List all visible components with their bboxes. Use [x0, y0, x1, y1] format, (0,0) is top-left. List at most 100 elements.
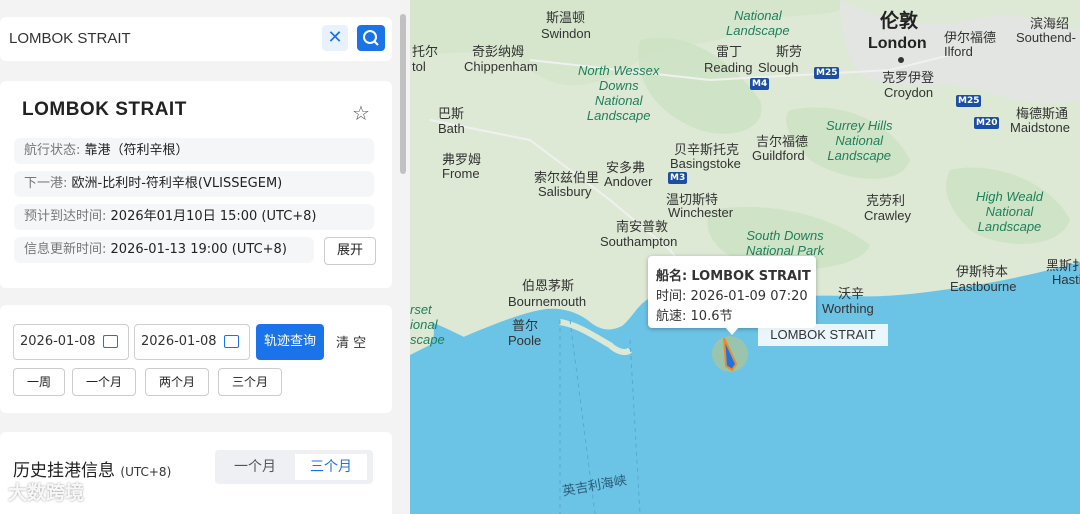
map-label-rset: rset ional scape	[410, 302, 445, 347]
map-label-reading: Reading	[704, 60, 753, 75]
map-label-high-weald: High Weald National Landscape	[976, 189, 1043, 234]
favorite-star-icon[interactable]: ☆	[352, 101, 370, 125]
map-view[interactable]: 斯温顿 Swindon 奇彭纳姆 Chippenham 托尔 tol 巴斯 Ba…	[410, 0, 1080, 514]
map-label-andover-cn: 安多弗	[606, 160, 646, 175]
expand-button[interactable]: 展开	[324, 237, 376, 265]
map-label-southend-cn: 滨海绍	[1030, 16, 1070, 31]
map-label-croydon-cn: 克罗伊登	[882, 70, 935, 85]
eta-label: 预计到达时间:	[24, 209, 107, 224]
map-label-tol: tol	[412, 59, 426, 74]
map-label-worthing: Worthing	[822, 301, 874, 316]
map-label-london-cn: 伦敦	[880, 11, 919, 32]
map-label-tuoer-cn: 托尔	[412, 44, 439, 59]
tooltip-speed-label: 航速:	[656, 309, 687, 324]
motorway-m3: M3	[668, 172, 688, 184]
search-input[interactable]: LOMBOK STRAIT	[9, 30, 131, 47]
map-label-chippenham: Chippenham	[464, 59, 538, 74]
map-label-ilford: Ilford	[944, 44, 973, 59]
motorway-m20: M20	[974, 117, 1000, 129]
map-label-chilterns: National Landscape	[726, 8, 790, 38]
eta-row: 预计到达时间: 2026年01月10日 15:00 (UTC+8)	[14, 204, 374, 230]
map-label-frome-cn: 弗罗姆	[442, 152, 482, 167]
next-port-value: 欧洲-比利时-符利辛根(VLISSEGEM)	[71, 176, 283, 191]
map-label-bournemouth: Bournemouth	[508, 294, 587, 309]
map-label-basingstoke-cn: 贝辛斯托克	[674, 142, 740, 157]
status-label: 航行状态:	[24, 143, 81, 158]
tab-three-months[interactable]: 三个月	[295, 454, 367, 480]
end-date-input[interactable]: 2026-01-08	[134, 324, 250, 360]
search-icon	[363, 30, 379, 46]
start-date-input[interactable]: 2026-01-08	[13, 324, 129, 360]
tooltip-time-label: 时间:	[656, 289, 687, 304]
map-label-slough-cn: 斯劳	[776, 44, 803, 59]
quick-range-1month[interactable]: 一个月	[72, 368, 136, 396]
calendar-icon	[103, 335, 118, 348]
map-label-swindon-cn: 斯温顿	[546, 10, 586, 25]
quick-range-2months[interactable]: 两个月	[145, 368, 209, 396]
map-label-hastings-cn: 黑斯扌	[1046, 258, 1080, 273]
map-label-poole-cn: 普尔	[512, 318, 539, 333]
left-panel: LOMBOK STRAIT ✕ LOMBOK STRAIT ☆ 航行状态: 靠港…	[0, 0, 408, 514]
close-icon: ✕	[327, 27, 343, 48]
map-label-salisbury: Salisbury	[538, 184, 592, 199]
map-label-surrey-hills: Surrey Hills National Landscape	[826, 118, 893, 163]
search-button[interactable]	[357, 25, 385, 51]
map-label-guildford: Guildford	[752, 148, 805, 163]
map-label-reading-cn: 雷丁	[716, 44, 743, 59]
tab-one-month[interactable]: 一个月	[219, 454, 291, 480]
end-date-value: 2026-01-08	[141, 334, 217, 349]
map-label-bath: Bath	[438, 121, 465, 136]
ship-map-label: LOMBOK STRAIT	[758, 324, 888, 346]
map-label-ilford-cn: 伊尔福德	[944, 30, 997, 45]
clear-range-button[interactable]: 清 空	[336, 332, 366, 351]
motorway-m25-east: M25	[956, 95, 982, 107]
quick-range-3months[interactable]: 三个月	[218, 368, 282, 396]
tooltip-name-value: LOMBOK STRAIT	[691, 269, 811, 284]
tooltip-name-row: 船名: LOMBOK STRAIT	[656, 265, 811, 284]
map-label-winchester: Winchester	[668, 205, 734, 220]
tooltip-speed-row: 航速: 10.6节	[656, 305, 732, 324]
map-label-bath-cn: 巴斯	[438, 106, 465, 121]
clear-search-button[interactable]: ✕	[322, 25, 348, 51]
track-query-button[interactable]: 轨迹查询	[256, 324, 324, 360]
status-value: 靠港（符利辛根）	[84, 143, 189, 158]
map-label-eastbourne: Eastbourne	[950, 279, 1017, 294]
updated-row: 信息更新时间: 2026-01-13 19:00 (UTC+8)	[14, 237, 314, 263]
next-port-row: 下一港: 欧洲-比利时-符利辛根(VLISSEGEM)	[14, 171, 374, 197]
map-label-southampton-cn: 南安普敦	[616, 219, 669, 234]
map-label-north-wessex: North Wessex Downs National Landscape	[578, 63, 660, 123]
map-label-chippenham-cn: 奇彭纳姆	[472, 44, 525, 59]
quick-range-week[interactable]: 一周	[13, 368, 65, 396]
updated-label: 信息更新时间:	[24, 242, 107, 257]
map-label-maidstone: Maidstone	[1010, 120, 1070, 135]
history-range-tabs: 一个月 三个月	[215, 450, 373, 484]
map-label-croydon: Croydon	[884, 85, 934, 100]
tooltip-speed-value: 10.6节	[690, 309, 733, 324]
tooltip-name-label: 船名:	[656, 269, 688, 284]
map-label-hastings: Hasti	[1052, 272, 1080, 287]
map-label-south-downs: South Downs National Park	[746, 228, 825, 258]
start-date-value: 2026-01-08	[20, 334, 96, 349]
map-label-london: London	[868, 35, 927, 52]
map-label-southend: Southend-	[1016, 30, 1076, 45]
ship-marker-icon[interactable]	[710, 330, 750, 376]
calendar-icon	[224, 335, 239, 348]
map-label-crawley: Crawley	[864, 208, 911, 223]
watermark-logo: 大数跨境	[8, 482, 85, 504]
history-tz: (UTC+8)	[120, 465, 172, 479]
panel-scrollbar[interactable]	[400, 14, 406, 174]
motorway-m4: M4	[750, 78, 770, 90]
map-label-salisbury-cn: 索尔兹伯里	[534, 170, 600, 185]
ship-info-card: LOMBOK STRAIT ☆ 航行状态: 靠港（符利辛根） 下一港: 欧洲-比…	[0, 81, 392, 288]
map-label-swindon: Swindon	[541, 26, 591, 41]
tooltip-time-row: 时间: 2026-01-09 07:20	[656, 285, 808, 304]
map-label-crawley-cn: 克劳利	[866, 193, 906, 208]
tooltip-time-value: 2026-01-09 07:20	[690, 289, 808, 304]
motorway-m25-west: M25	[814, 67, 840, 79]
map-label-maidstone-cn: 梅德斯通	[1016, 106, 1069, 121]
map-label-basingstoke: Basingstoke	[670, 156, 741, 171]
map-label-frome: Frome	[442, 166, 480, 181]
map-label-eastbourne-cn: 伊斯特本	[956, 264, 1009, 279]
map-label-guildford-cn: 吉尔福德	[756, 134, 809, 149]
map-label-slough: Slough	[758, 60, 799, 75]
